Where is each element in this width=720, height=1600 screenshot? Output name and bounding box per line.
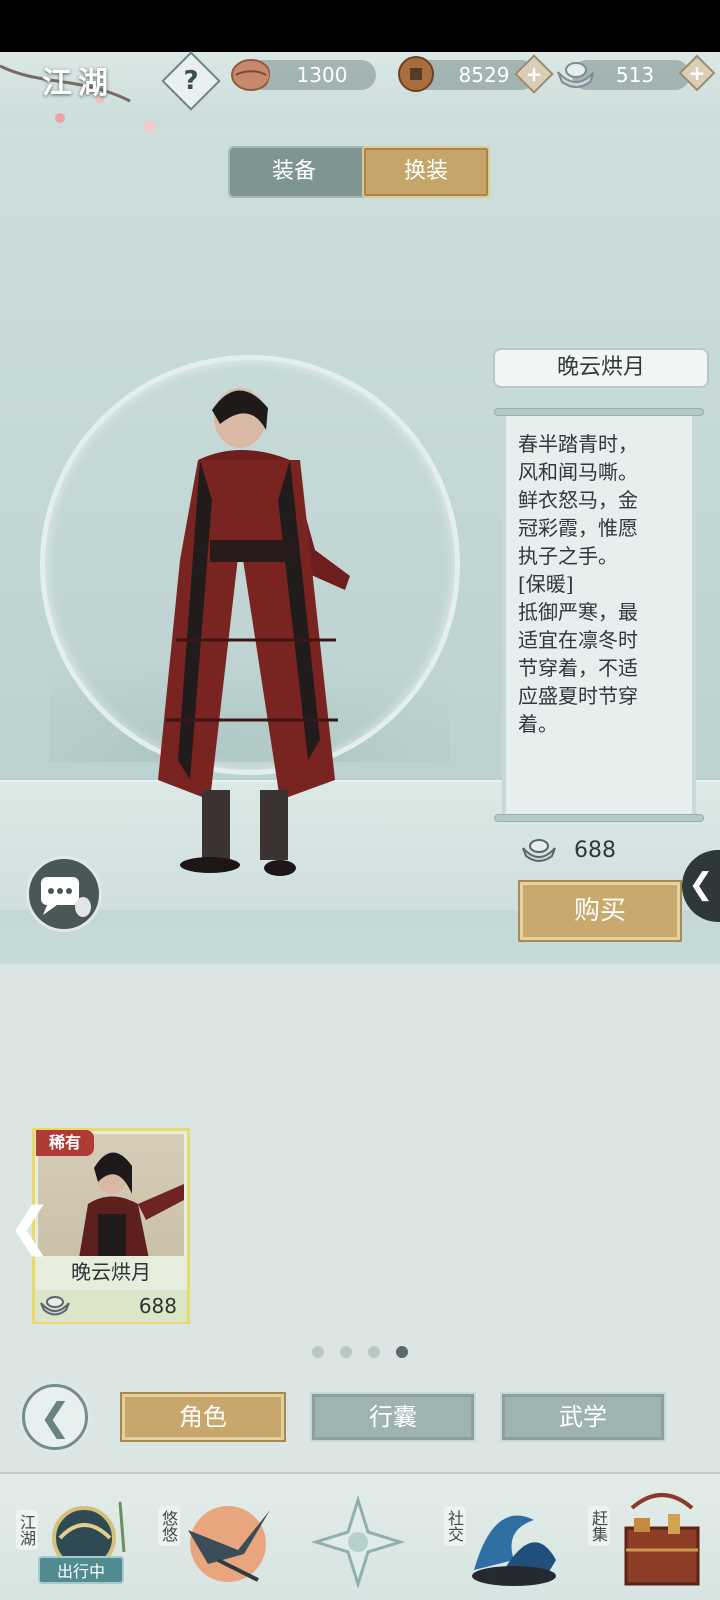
tab-equip[interactable]: 装备	[230, 148, 358, 196]
silver-ingot-icon	[522, 839, 556, 862]
outfit-card-price-row: 688	[35, 1290, 187, 1322]
tab-outfit[interactable]: 换装	[362, 146, 490, 198]
silver-value: 513	[615, 63, 655, 87]
chat-button[interactable]	[26, 856, 102, 932]
outfit-name-label: 晚云烘月	[493, 348, 709, 388]
outfit-description: 春半踏青时， 风和闻马嘶。 鲜衣怒马，金 冠彩霞，惟愿 执子之手。 [保暖] 抵…	[518, 432, 638, 736]
silver-ingot-icon	[40, 1296, 70, 1316]
chat-icon	[41, 877, 91, 917]
page-dot	[312, 1346, 324, 1358]
back-button[interactable]: ❮	[22, 1384, 88, 1450]
plus-label: +	[525, 62, 543, 86]
page-indicator	[312, 1346, 408, 1358]
youyou-bird-icon	[188, 1506, 270, 1582]
outfit-description-scroll: 春半踏青时， 风和闻马嘶。 鲜衣怒马，金 冠彩霞，惟愿 执子之手。 [保暖] 抵…	[502, 416, 696, 814]
tab-character[interactable]: 角色	[120, 1392, 286, 1442]
nav-center[interactable]	[312, 1486, 404, 1596]
page-dot	[368, 1346, 380, 1358]
character-model	[158, 388, 350, 876]
outfit-card-name: 晚云烘月	[35, 1256, 187, 1288]
outfit-price: 688	[574, 838, 616, 863]
silver-ingot-icon	[557, 62, 594, 88]
copper-coin-icon	[398, 56, 434, 92]
nav-market-label: 赶集	[588, 1506, 610, 1546]
list-prev-arrow[interactable]: ❮	[8, 1196, 52, 1258]
nav-jianghu-label: 江湖	[16, 1510, 38, 1550]
page-dot	[340, 1346, 352, 1358]
buy-button[interactable]: 购买	[518, 880, 682, 942]
copper-value: 8529	[458, 63, 510, 87]
nav-youyou-label: 悠悠	[158, 1506, 180, 1546]
tab-martial-arts[interactable]: 武学	[500, 1392, 666, 1442]
shell-value: 1300	[296, 63, 348, 87]
region-title: 江湖	[42, 66, 114, 101]
rarity-badge: 稀有	[36, 1130, 94, 1156]
compass-star-icon	[312, 1496, 404, 1588]
help-label: ?	[183, 66, 199, 96]
status-bar	[0, 0, 720, 52]
shell-icon	[231, 59, 270, 91]
plus-label: +	[688, 61, 706, 85]
nav-youyou[interactable]: 悠悠	[158, 1486, 278, 1596]
out-travelling-badge: 出行中	[38, 1556, 124, 1584]
tab-inventory[interactable]: 行囊	[310, 1392, 476, 1442]
social-wave-icon	[472, 1515, 556, 1586]
outfit-card-price: 688	[138, 1294, 177, 1318]
page-dot-active	[396, 1346, 408, 1358]
market-basket-icon	[624, 1493, 700, 1586]
nav-market[interactable]: 赶集	[588, 1486, 712, 1596]
nav-social[interactable]: 社交	[444, 1486, 562, 1596]
scroll-rod-bottom	[494, 814, 704, 822]
nav-social-label: 社交	[444, 1506, 466, 1546]
back-arrow-icon: ❮	[39, 1395, 71, 1439]
scroll-rod-top	[494, 408, 704, 416]
